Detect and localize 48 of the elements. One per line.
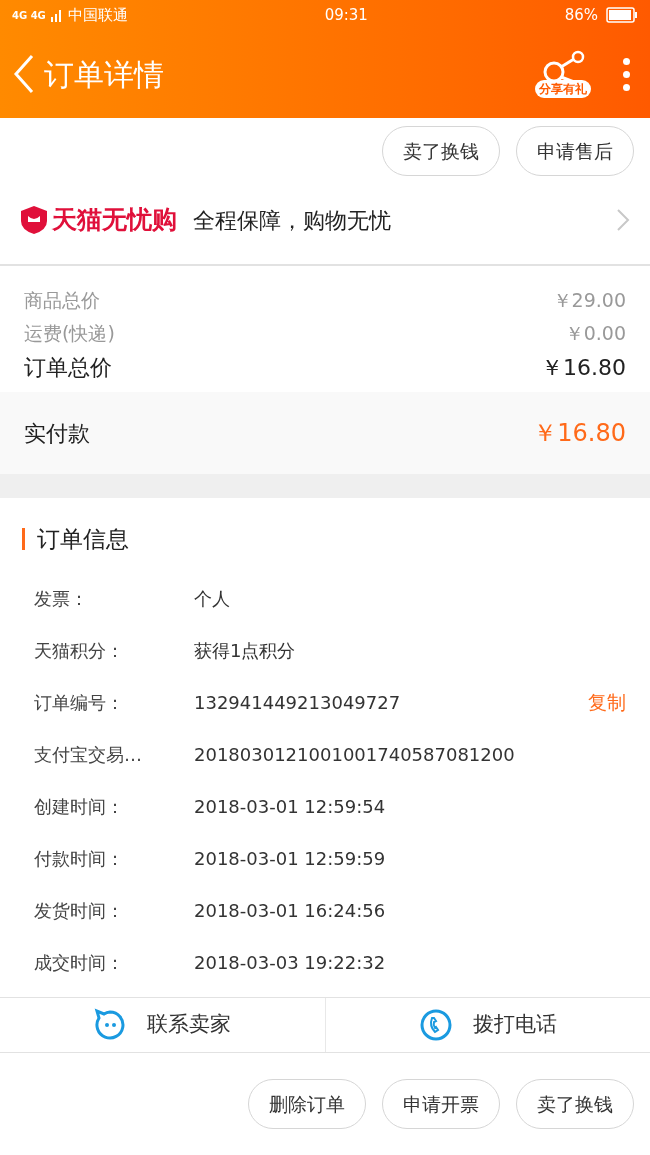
price-label: 订单总价 (24, 354, 112, 382)
more-button[interactable] (623, 57, 630, 91)
price-label: 运费(快递) (24, 320, 115, 346)
price-value: ￥0.00 (564, 320, 626, 346)
info-label: 发票： (34, 587, 89, 611)
info-label: 发货时间： (34, 899, 125, 923)
info-value: 2018-03-01 12:59:59 (194, 847, 387, 871)
info-value: 获得1点积分 (194, 639, 297, 663)
price-label: 商品总价 (24, 288, 100, 313)
paid-amount: ￥16.80 (533, 418, 626, 449)
info-value: 个人 (194, 587, 231, 611)
back-button[interactable] (12, 54, 36, 94)
section-title: 订单信息 (37, 525, 129, 554)
action-button[interactable]: 申请售后 (516, 126, 634, 176)
contact-button[interactable]: 联系卖家 (0, 997, 325, 1052)
battery-icon (606, 7, 638, 23)
carrier-name: 中国联通 (67, 4, 128, 26)
clock: 09:31 (324, 4, 368, 26)
info-value: 132941449213049727 (194, 691, 402, 715)
network-indicator: 4G 4G (12, 8, 46, 23)
info-label: 订单编号： (34, 691, 125, 715)
info-label: 创建时间： (34, 795, 125, 819)
brand-name: 天猫无忧购 (52, 204, 177, 237)
info-value: 2018-03-01 16:24:56 (194, 899, 387, 923)
page-title: 订单详情 (44, 55, 165, 94)
chevron-right-icon (616, 208, 630, 232)
price-value: ￥16.80 (541, 354, 626, 382)
info-value: 2018-03-01 12:59:54 (194, 795, 387, 819)
guarantee-row[interactable]: 天猫无忧购 全程保障，购物无忧 (0, 176, 650, 266)
info-value: 2018-03-03 19:22:32 (194, 951, 387, 975)
guarantee-slogan: 全程保障，购物无忧 (193, 206, 392, 235)
contact-button[interactable]: 拨打电话 (324, 997, 650, 1052)
action-button[interactable]: 卖了换钱 (382, 126, 500, 176)
action-button[interactable]: 卖了换钱 (516, 1078, 634, 1129)
signal-icon (49, 8, 64, 22)
info-value: 2018030121001001740587081200 (194, 743, 516, 767)
back-icon (12, 54, 36, 94)
action-button[interactable]: 删除订单 (248, 1078, 366, 1129)
info-label: 成交时间： (34, 951, 125, 975)
phone-icon (418, 1007, 453, 1042)
price-value: ￥29.00 (552, 288, 626, 313)
shield-icon (20, 205, 48, 235)
paid-label: 实付款 (24, 419, 90, 448)
info-label: 天猫积分： (34, 639, 125, 663)
info-label: 付款时间： (34, 847, 125, 871)
battery-percent: 86% (564, 4, 598, 26)
info-label: 支付宝交易… (34, 743, 143, 767)
action-button[interactable]: 申请开票 (382, 1078, 500, 1129)
